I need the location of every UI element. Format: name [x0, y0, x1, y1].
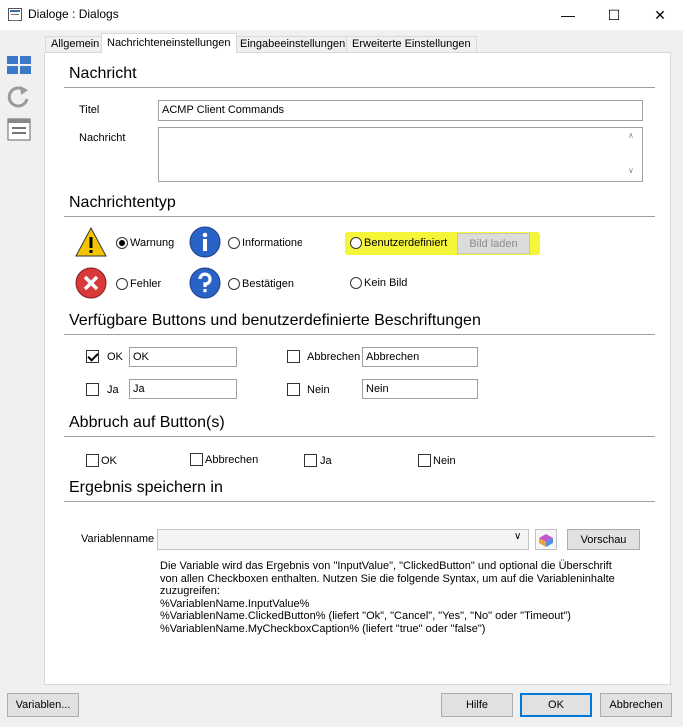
maximize-button[interactable]: ☐ [591, 0, 637, 30]
info-line: Die Variable wird das Ergebnis von "Inpu… [160, 560, 612, 572]
abbrechen-caption-input[interactable]: Abbrechen [362, 347, 478, 367]
form-icon [7, 118, 31, 141]
variablen-button[interactable]: Variablen... [7, 693, 79, 717]
titel-input[interactable]: ACMP Client Commands [158, 100, 643, 121]
section-nachricht-title: Nachricht [69, 65, 137, 82]
bestaetigen-label: Bestätigen [242, 278, 294, 290]
nein-caption-input[interactable]: Nein [362, 379, 478, 399]
bild-laden-button[interactable]: Bild laden [457, 233, 530, 254]
vorschau-button[interactable]: Vorschau [567, 529, 640, 550]
benutzerdefiniert-label: Benutzerdefiniert [364, 237, 448, 249]
minimize-icon: — [561, 7, 575, 23]
chevron-down-icon[interactable]: ∨ [514, 531, 521, 542]
variablenname-select[interactable] [157, 529, 529, 550]
abbruch-ok-checkbox[interactable] [86, 454, 99, 467]
abbruch-abbrechen-checkbox[interactable] [190, 453, 203, 466]
variable-picker-icon [539, 534, 553, 547]
variablenname-label: Variablenname [81, 533, 155, 545]
ja-checkbox[interactable] [86, 383, 99, 396]
abbruch-nein-checkbox[interactable] [418, 454, 431, 467]
maximize-icon: ☐ [607, 6, 621, 23]
bestaetigen-radio[interactable] [228, 278, 240, 290]
hilfe-button[interactable]: Hilfe [441, 693, 513, 717]
kein-bild-label: Kein Bild [364, 277, 408, 289]
fehler-label: Fehler [130, 278, 162, 290]
scroll-down-icon[interactable]: ∨ [628, 166, 634, 175]
left-toolbar [0, 30, 40, 690]
error-icon [75, 267, 107, 299]
question-icon [189, 267, 221, 299]
nachricht-label: Nachricht [79, 132, 126, 144]
information-icon [189, 226, 221, 258]
informationen-label: Informatione [242, 237, 302, 249]
abbrechen-checkbox[interactable] [287, 350, 300, 363]
ja-checkbox-label: Ja [107, 384, 119, 396]
ja-caption-input[interactable]: Ja [129, 379, 237, 399]
dialog-app-icon [8, 8, 22, 21]
section-divider [64, 216, 655, 217]
nein-checkbox[interactable] [287, 383, 300, 396]
close-icon: ✕ [654, 6, 666, 23]
informationen-radio[interactable] [228, 237, 240, 249]
ok-caption-input[interactable]: OK [129, 347, 237, 367]
section-divider [64, 501, 655, 502]
tab-eingabeeinstellungen[interactable]: Eingabeeinstellungen [234, 36, 352, 53]
form-button[interactable] [6, 118, 32, 144]
info-line: %VariablenName.InputValue% [160, 597, 310, 610]
kein-bild-radio[interactable] [350, 277, 362, 289]
section-buttons-title: Verfügbare Buttons und benutzerdefiniert… [69, 312, 481, 329]
tab-erweiterte-einstellungen[interactable]: Erweiterte Einstellungen [346, 36, 477, 53]
minimize-button[interactable]: — [545, 0, 591, 30]
close-button[interactable]: ✕ [637, 0, 683, 30]
tab-nachrichteneinstellungen[interactable]: Nachrichteneinstellungen [101, 33, 237, 53]
ok-checkbox-label: OK [107, 351, 123, 363]
info-line: %VariablenName.MyCheckboxCaption% (liefe… [160, 622, 486, 635]
variable-picker-button[interactable] [535, 529, 557, 550]
info-line: %VariablenName.ClickedButton% (liefert "… [160, 610, 571, 622]
abbruch-ja-label: Ja [320, 455, 332, 467]
nachricht-textarea[interactable] [158, 127, 643, 182]
nein-checkbox-label: Nein [307, 384, 330, 396]
warnung-label: Warnung [130, 237, 175, 249]
abbruch-ok-label: OK [101, 455, 117, 467]
section-divider [64, 334, 655, 335]
warnung-radio[interactable] [116, 237, 128, 249]
refresh-icon [7, 86, 29, 108]
abbruch-nein-label: Nein [433, 455, 456, 467]
layout-button[interactable] [6, 54, 32, 80]
window-title: Dialoge : Dialogs [28, 7, 119, 21]
section-ergebnis-title: Ergebnis speichern in [69, 479, 223, 496]
abbruch-abbrechen-label: Abbrechen [205, 454, 259, 466]
variable-info-text: Die Variable wird das Ergebnis von "Inpu… [160, 560, 620, 635]
refresh-button[interactable] [6, 84, 32, 110]
warning-icon [75, 226, 107, 258]
section-divider [64, 87, 655, 88]
section-nachrichtentyp-title: Nachrichtentyp [69, 194, 176, 211]
section-divider [64, 436, 655, 437]
layout-icon [7, 56, 31, 74]
scroll-up-icon[interactable]: ∧ [628, 131, 634, 140]
section-abbruch-title: Abbruch auf Button(s) [69, 414, 225, 431]
benutzerdefiniert-radio[interactable] [350, 237, 362, 249]
tab-allgemein[interactable]: Allgemein [45, 36, 106, 53]
abbrechen-button[interactable]: Abbrechen [600, 693, 672, 717]
ok-checkbox[interactable] [86, 350, 99, 363]
info-line: von allen Checkboxen enthalten. Nutzen S… [160, 572, 615, 585]
info-line: zuzugreifen: [160, 585, 220, 597]
ok-button[interactable]: OK [520, 693, 592, 717]
fehler-radio[interactable] [116, 278, 128, 290]
title-bar: Dialoge : Dialogs — ☐ ✕ [0, 0, 683, 30]
titel-label: Titel [79, 104, 100, 116]
abbrechen-checkbox-label: Abbrechen [307, 351, 361, 363]
abbruch-ja-checkbox[interactable] [304, 454, 317, 467]
